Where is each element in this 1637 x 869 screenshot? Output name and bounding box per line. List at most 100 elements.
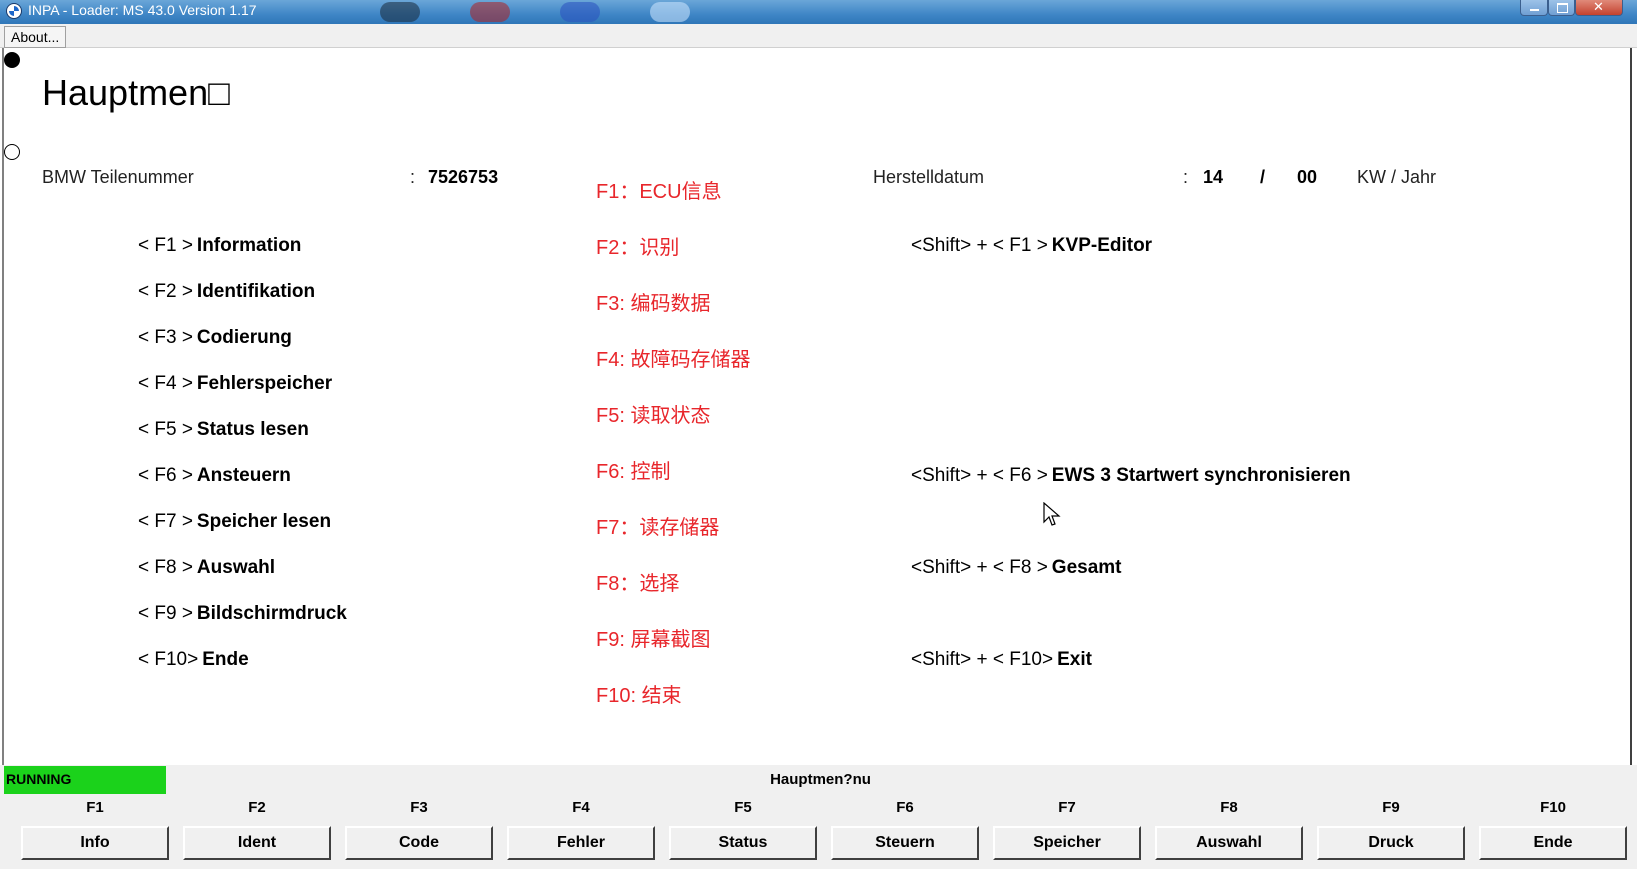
- key-shortcut: <Shift> + < F10>: [911, 649, 1054, 670]
- taskbar-app-icon: [470, 2, 510, 22]
- status-menu-title: Hauptmen?nu: [770, 771, 871, 788]
- page-title: Hauptmen□: [42, 72, 230, 113]
- annotation-f5: F5: 读取状态: [596, 405, 711, 427]
- key-shortcut: < F3 >: [138, 327, 193, 348]
- code-button[interactable]: Code: [345, 826, 493, 860]
- fkey-label: F4: [572, 799, 590, 816]
- taskbar-app-icon: [380, 2, 420, 22]
- annotation-f7: F7：读存储器: [596, 517, 720, 539]
- key-shortcut: < F10>: [138, 649, 199, 670]
- fkey-f5: F5 Status: [669, 796, 817, 869]
- running-indicator: RUNNING: [4, 766, 166, 794]
- fkey-label: F5: [734, 799, 752, 816]
- key-shortcut: < F2 >: [138, 281, 193, 302]
- part-number-value: 7526753: [428, 167, 499, 187]
- fkey-label: F3: [410, 799, 428, 816]
- key-label: Exit: [1057, 649, 1092, 670]
- key-shortcut: < F1 >: [138, 235, 193, 256]
- key-shortcut: <Shift> + < F8 >: [911, 557, 1048, 578]
- fkey-label: F2: [248, 799, 266, 816]
- menu-line-f2: < F2 > Identifikation: [138, 281, 315, 303]
- fkey-f4: F4 Fehler: [507, 796, 655, 869]
- menu-line-shift-f6: <Shift> + < F6 > EWS 3 Startwert synchron…: [911, 465, 1351, 487]
- menu-line-f7: < F7 > Speicher lesen: [138, 511, 331, 533]
- part-number-label: BMW Teilenummer: [42, 167, 194, 187]
- maximize-button[interactable]: [1548, 0, 1575, 16]
- window-title: INPA - Loader: MS 43.0 Version 1.17: [28, 2, 257, 18]
- status-button[interactable]: Status: [669, 826, 817, 860]
- radio-unselected-icon[interactable]: [4, 144, 20, 160]
- menu-line-f1: < F1 > Information: [138, 235, 301, 257]
- fkey-label: F10: [1540, 799, 1566, 816]
- key-label: KVP-Editor: [1051, 235, 1153, 256]
- menu-line-f5: < F5 > Status lesen: [138, 419, 309, 441]
- fehler-button[interactable]: Fehler: [507, 826, 655, 860]
- mouse-pointer-icon: [1043, 502, 1061, 526]
- menu-line-f6: < F6 > Ansteuern: [138, 465, 291, 487]
- annotation-f1: F1：ECU信息: [596, 181, 722, 203]
- taskbar-app-icon: [650, 2, 690, 22]
- menu-line-f9: < F9 > Bildschirmdruck: [138, 603, 347, 625]
- annotation-f2: F2：识别: [596, 237, 680, 259]
- key-shortcut: < F6 >: [138, 465, 193, 486]
- annotation-f6: F6: 控制: [596, 461, 671, 483]
- annotation-f3: F3: 编码数据: [596, 293, 711, 315]
- key-label: Gesamt: [1051, 557, 1122, 578]
- minimize-button[interactable]: [1520, 0, 1548, 16]
- radio-selected-icon[interactable]: [4, 52, 20, 68]
- function-key-bar: F1 Info F2 Ident F3 Code F4 Fehler F5 St…: [0, 796, 1637, 869]
- fkey-label: F9: [1382, 799, 1400, 816]
- key-label: Identifikation: [196, 281, 316, 302]
- ende-button[interactable]: Ende: [1479, 826, 1627, 860]
- date-separator: :: [1183, 167, 1189, 187]
- menu-line-shift-f10: <Shift> + < F10> Exit: [911, 649, 1092, 671]
- annotation-f10: F10: 结束: [596, 685, 682, 707]
- annotation-f8: F8：选择: [596, 573, 680, 595]
- druck-button[interactable]: Druck: [1317, 826, 1465, 860]
- status-bar: Hauptmen?nu RUNNING: [0, 765, 1637, 796]
- speicher-button[interactable]: Speicher: [993, 826, 1141, 860]
- close-button[interactable]: [1575, 0, 1623, 16]
- fkey-f7: F7 Speicher: [993, 796, 1141, 869]
- date-year-value: 00: [1297, 167, 1318, 187]
- menu-line-f10: < F10> Ende: [138, 649, 249, 671]
- menu-line-f4: < F4 > Fehlerspeicher: [138, 373, 332, 395]
- taskbar-app-icon: [560, 2, 600, 22]
- fkey-f2: F2 Ident: [183, 796, 331, 869]
- key-shortcut: <Shift> + < F6 >: [911, 465, 1048, 486]
- key-label: Status lesen: [196, 419, 309, 440]
- annotation-f4: F4: 故障码存储器: [596, 349, 751, 371]
- menu-bar: About...: [0, 24, 1637, 48]
- key-shortcut: < F5 >: [138, 419, 193, 440]
- fkey-f8: F8 Auswahl: [1155, 796, 1303, 869]
- date-week-value: 14: [1203, 167, 1224, 187]
- fkey-f9: F9 Druck: [1317, 796, 1465, 869]
- fkey-label: F8: [1220, 799, 1238, 816]
- menu-about[interactable]: About...: [4, 26, 67, 48]
- key-shortcut: < F7 >: [138, 511, 193, 532]
- key-shortcut: <Shift> + < F1 >: [911, 235, 1048, 256]
- date-unit: KW / Jahr: [1357, 167, 1437, 187]
- key-label: Auswahl: [196, 557, 276, 578]
- date-slash: /: [1260, 167, 1266, 187]
- key-label: Fehlerspeicher: [196, 373, 333, 394]
- menu-line-shift-f8: <Shift> + < F8 > Gesamt: [911, 557, 1122, 579]
- fkey-label: F6: [896, 799, 914, 816]
- steuern-button[interactable]: Steuern: [831, 826, 979, 860]
- info-button[interactable]: Info: [21, 826, 169, 860]
- key-label: Bildschirmdruck: [196, 603, 347, 624]
- menu-line-f3: < F3 > Codierung: [138, 327, 292, 349]
- fkey-label: F7: [1058, 799, 1076, 816]
- inpa-window: INPA - Loader: MS 43.0 Version 1.17 Abou…: [0, 0, 1637, 869]
- part-number-separator: :: [410, 167, 416, 187]
- bmw-logo-icon: [6, 3, 22, 19]
- fkey-label: F1: [86, 799, 104, 816]
- menu-line-f8: < F8 > Auswahl: [138, 557, 275, 579]
- key-label: Ansteuern: [196, 465, 291, 486]
- key-shortcut: < F8 >: [138, 557, 193, 578]
- ident-button[interactable]: Ident: [183, 826, 331, 860]
- date-label: Herstelldatum: [873, 167, 985, 187]
- key-label: Ende: [202, 649, 249, 670]
- title-bar[interactable]: INPA - Loader: MS 43.0 Version 1.17: [0, 0, 1637, 24]
- auswahl-button[interactable]: Auswahl: [1155, 826, 1303, 860]
